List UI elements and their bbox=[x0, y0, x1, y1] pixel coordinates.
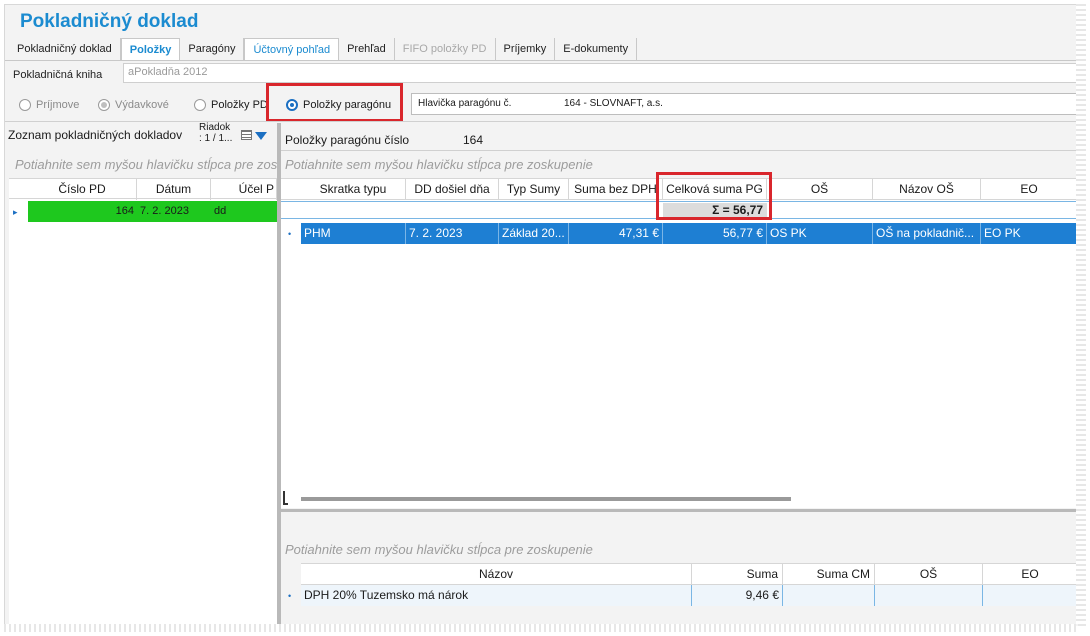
radio-circle-icon bbox=[194, 99, 206, 111]
row-indicator-icon: • bbox=[288, 229, 292, 239]
cell-suma-cm bbox=[783, 585, 875, 606]
pokladnicny-doklad-window: Pokladničný doklad Pokladničný doklad Po… bbox=[4, 4, 1076, 624]
pokladnicna-kniha-label: Pokladničná kniha bbox=[13, 69, 103, 81]
tab-uctovny-pohlad[interactable]: Účtovný pohľad bbox=[244, 38, 340, 60]
cell-os: OS PK bbox=[767, 223, 873, 244]
row-indicator-icon: • bbox=[288, 591, 292, 601]
radio-circle-icon bbox=[19, 99, 31, 111]
grid-corner bbox=[283, 491, 288, 505]
col-skratka-typu[interactable]: Skratka typu bbox=[301, 179, 406, 200]
cell-ucel: dd bbox=[214, 205, 227, 217]
pokladnicna-kniha-field[interactable]: aPokladňa 2012 bbox=[123, 63, 1076, 83]
col-suma-bez-dph[interactable]: Suma bez DPH bbox=[569, 179, 663, 200]
cell-eo bbox=[983, 585, 1076, 606]
row-counter-value: : 1 / 1... bbox=[199, 133, 233, 144]
tab-e-dokumenty[interactable]: E-dokumenty bbox=[555, 38, 638, 60]
row-counter-label: Riadok bbox=[199, 122, 231, 133]
cell-dd: 7. 2. 2023 bbox=[406, 223, 499, 244]
col-eo[interactable]: EO bbox=[983, 564, 1076, 585]
col-cislo-pd[interactable]: Číslo PD bbox=[28, 179, 137, 200]
col-typ-sumy[interactable]: Typ Sumy bbox=[499, 179, 569, 200]
cell-suma: 9,46 € bbox=[692, 585, 783, 606]
col-suma[interactable]: Suma bbox=[692, 564, 783, 585]
table-row[interactable]: DPH 20% Tuzemsko má nárok 9,46 € bbox=[301, 585, 1076, 606]
left-panel-title: Zoznam pokladničných dokladov bbox=[8, 128, 183, 142]
bottom-grid-header: Názov Suma Suma CM OŠ EO bbox=[301, 563, 1076, 585]
torn-edge-right bbox=[1076, 4, 1086, 626]
cell-typ: Základ 20... bbox=[499, 223, 569, 244]
cell-nazov-os: OŠ na pokladnič... bbox=[873, 223, 981, 244]
radio-polozky-pd[interactable]: Položky PD bbox=[194, 95, 268, 115]
cell-datum: 7. 2. 2023 bbox=[140, 205, 189, 217]
cell-cislo: 164 bbox=[115, 205, 134, 217]
tab-prehlad[interactable]: Prehľad bbox=[339, 38, 395, 60]
tab-divider bbox=[5, 60, 1076, 61]
hlavicka-label: Hlavička paragónu č. bbox=[418, 98, 512, 109]
col-nazov[interactable]: Názov bbox=[301, 564, 692, 585]
window-title: Pokladničný doklad bbox=[20, 11, 199, 32]
left-grid-body bbox=[9, 199, 277, 624]
annotation-box-radio bbox=[266, 83, 403, 122]
col-os[interactable]: OŠ bbox=[767, 179, 873, 200]
left-group-hint[interactable]: Potiahnite sem myšou hlavičku stĺpca pre… bbox=[15, 157, 277, 172]
radio-prijmove-label: Príjmove bbox=[36, 99, 80, 111]
bottom-group-hint[interactable]: Potiahnite sem myšou hlavičku stĺpca pre… bbox=[285, 542, 785, 557]
col-eo[interactable]: EO bbox=[981, 179, 1076, 200]
col-ucel[interactable]: Účel P bbox=[211, 179, 277, 200]
col-os[interactable]: OŠ bbox=[875, 564, 983, 585]
cell-skratka: PHM bbox=[301, 223, 406, 244]
tab-paragony[interactable]: Paragóny bbox=[180, 38, 245, 60]
col-suma-cm[interactable]: Suma CM bbox=[783, 564, 875, 585]
row-indicator-icon: ▸ bbox=[13, 207, 18, 217]
table-row[interactable]: 164 7. 2. 2023 dd bbox=[28, 201, 277, 222]
hlavicka-paragonu-field[interactable]: Hlavička paragónu č. 164 - SLOVNAFT, a.s… bbox=[411, 93, 1076, 115]
grid-settings-icon[interactable] bbox=[241, 130, 252, 140]
right-panel-title: Položky paragónu číslo bbox=[285, 133, 410, 147]
col-dd-dosiel-dna[interactable]: DD došiel dňa bbox=[406, 179, 499, 200]
radio-circle-icon bbox=[98, 99, 110, 111]
cell-os bbox=[875, 585, 983, 606]
annotation-box-sum bbox=[656, 172, 772, 220]
horizontal-scrollbar[interactable] bbox=[301, 497, 791, 501]
tab-fifo-polozky-pd: FIFO položky PD bbox=[394, 38, 496, 60]
left-grid-header: Číslo PD Dátum Účel P bbox=[9, 178, 277, 200]
torn-edge-bottom bbox=[4, 624, 1078, 632]
radio-vydavkove: Výdavkové bbox=[98, 95, 169, 115]
cell-suma-bez: 47,31 € bbox=[569, 223, 663, 244]
col-nazov-os[interactable]: Názov OŠ bbox=[873, 179, 981, 200]
right-group-hint[interactable]: Potiahnite sem myšou hlavičku stĺpca pre… bbox=[285, 157, 785, 172]
cell-celkova: 56,77 € bbox=[663, 223, 767, 244]
filter-icon[interactable] bbox=[255, 132, 267, 140]
divider bbox=[281, 150, 1076, 151]
divider bbox=[5, 121, 1076, 122]
radio-vydavkove-label: Výdavkové bbox=[115, 99, 169, 111]
lower-splitter[interactable] bbox=[281, 509, 1076, 512]
hlavicka-value: 164 - SLOVNAFT, a.s. bbox=[564, 98, 663, 109]
cell-eo: EO PK bbox=[984, 226, 1021, 240]
row-counter: Riadok : 1 / 1... bbox=[199, 122, 232, 144]
right-panel-number: 164 bbox=[463, 133, 484, 147]
tab-polozky[interactable]: Položky bbox=[120, 38, 181, 60]
table-row-selected[interactable]: PHM 7. 2. 2023 Základ 20... 47,31 € 56,7… bbox=[301, 223, 1076, 244]
tab-pokladnicny-doklad[interactable]: Pokladničný doklad bbox=[9, 38, 121, 60]
tab-prijemky[interactable]: Príjemky bbox=[495, 38, 556, 60]
radio-prijmove: Príjmove bbox=[19, 95, 79, 115]
cell-nazov: DPH 20% Tuzemsko má nárok bbox=[301, 585, 692, 606]
left-panel-tools bbox=[241, 130, 267, 140]
col-datum[interactable]: Dátum bbox=[137, 179, 211, 200]
tab-bar: Pokladničný doklad Položky Paragóny Účto… bbox=[9, 38, 638, 60]
radio-polozky-pd-label: Položky PD bbox=[211, 99, 268, 111]
